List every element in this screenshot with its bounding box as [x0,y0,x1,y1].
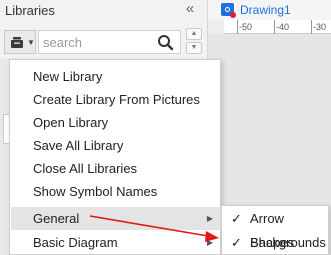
horizontal-ruler: -50 -40 -30 [224,20,331,34]
menu-item-open-library[interactable]: Open Library [11,111,221,134]
search-icon[interactable] [157,34,174,51]
menu-item-label: Save All Library [33,138,124,153]
general-submenu: ✓ Arrow Shapes ✓ Backgrounds [221,205,329,255]
ruler-corner [208,20,224,34]
chevron-up-icon[interactable]: ▲ [186,28,202,40]
tab-drawing1[interactable]: Drawing1 [208,0,331,20]
search-box [38,30,181,54]
menu-item-show-symbol-names[interactable]: Show Symbol Names [11,180,221,203]
menu-item-new-library[interactable]: New Library [11,65,221,88]
menu-item-label: New Library [33,69,103,84]
submenu-item-backgrounds[interactable]: ✓ Backgrounds [222,231,328,255]
menu-item-label: Basic Diagram [33,235,118,250]
ruler-tick-label: -30 [313,22,327,32]
double-chevron-left-icon[interactable]: « [181,1,199,17]
unsaved-indicator [230,12,236,18]
submenu-arrow-icon: ▶ [206,214,213,223]
checkmark-icon: ✓ [231,235,242,250]
tab-label: Drawing1 [240,3,291,17]
ruler-tick-label: -40 [276,22,290,32]
menu-item-save-all-library[interactable]: Save All Library [11,134,221,157]
search-input[interactable] [43,33,153,51]
panel-title: Libraries [5,3,55,18]
submenu-item-label: Backgrounds [250,235,326,250]
library-stack-icon [11,37,23,48]
library-context-menu: New Library Create Library From Pictures… [9,59,221,255]
menu-item-label: Show Symbol Names [33,184,158,199]
submenu-arrow-icon: ▶ [206,238,213,247]
menu-item-create-library-from-pictures[interactable]: Create Library From Pictures [11,88,221,111]
checkmark-icon: ✓ [231,211,242,226]
menu-item-general[interactable]: General ▶ [11,207,221,230]
ruler-tick-label: -50 [239,22,253,32]
menu-item-close-all-libraries[interactable]: Close All Libraries [11,157,221,180]
menu-item-label: Create Library From Pictures [33,92,200,107]
document-icon [221,3,236,18]
menu-item-basic-diagram[interactable]: Basic Diagram ▶ [11,231,221,254]
menu-item-label: Open Library [33,115,109,130]
menu-item-label: General [33,211,80,226]
chevron-down-icon[interactable]: ▼ [186,42,202,54]
chevron-down-icon: ▼ [27,38,35,47]
library-menu-button[interactable]: ▼ [4,30,36,54]
menu-item-label: Close All Libraries [33,161,138,176]
submenu-item-arrow-shapes[interactable]: ✓ Arrow Shapes [222,207,328,250]
